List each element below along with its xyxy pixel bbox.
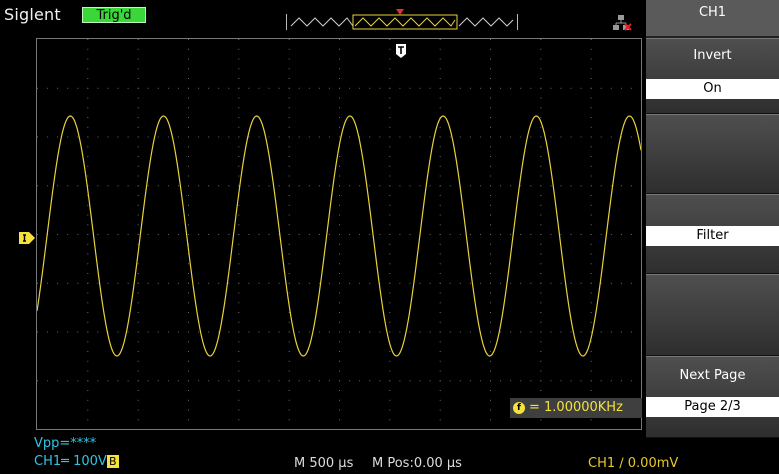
filter-button[interactable]: Filter <box>646 226 779 246</box>
vpp-readout: Vpp=**** <box>34 436 97 451</box>
trigger-status-badge: Trig'd <box>82 7 146 23</box>
memory-depth-indicator <box>286 14 518 30</box>
waveform-display[interactable] <box>36 38 642 430</box>
bandwidth-limit-badge: B <box>106 455 119 468</box>
horizontal-position-readout[interactable]: M Pos:0.00 µs <box>372 456 462 471</box>
ch1-scale-readout[interactable]: CH1═ 100V B <box>34 454 119 469</box>
menu-slot-empty-4 <box>646 274 779 356</box>
next-page-label: Next Page <box>679 368 746 383</box>
timebase-readout[interactable]: M 500 µs <box>294 456 353 471</box>
frequency-readout: f = 1.00000KHz <box>510 398 642 418</box>
brand-label: Siglent <box>4 5 61 24</box>
menu-title: CH1 <box>646 0 779 38</box>
invert-label: Invert <box>693 48 732 63</box>
frequency-value: = 1.00000KHz <box>529 400 623 415</box>
page-indicator[interactable]: Page 2/3 <box>646 397 779 417</box>
ch1-scale-value: CH1═ 100V <box>34 454 107 469</box>
trigger-position-icon[interactable] <box>395 43 407 59</box>
trigger-point-marker <box>396 0 404 15</box>
trigger-level-readout[interactable]: CH1 ∕ 0.00mV <box>588 456 678 471</box>
ch1-waveform-trace <box>37 115 641 357</box>
channel1-marker-icon[interactable] <box>18 230 36 244</box>
menu-slot-empty-2 <box>646 114 779 194</box>
frequency-icon: f <box>513 401 525 414</box>
network-disconnected-icon <box>612 14 632 32</box>
invert-value[interactable]: On <box>646 79 779 99</box>
